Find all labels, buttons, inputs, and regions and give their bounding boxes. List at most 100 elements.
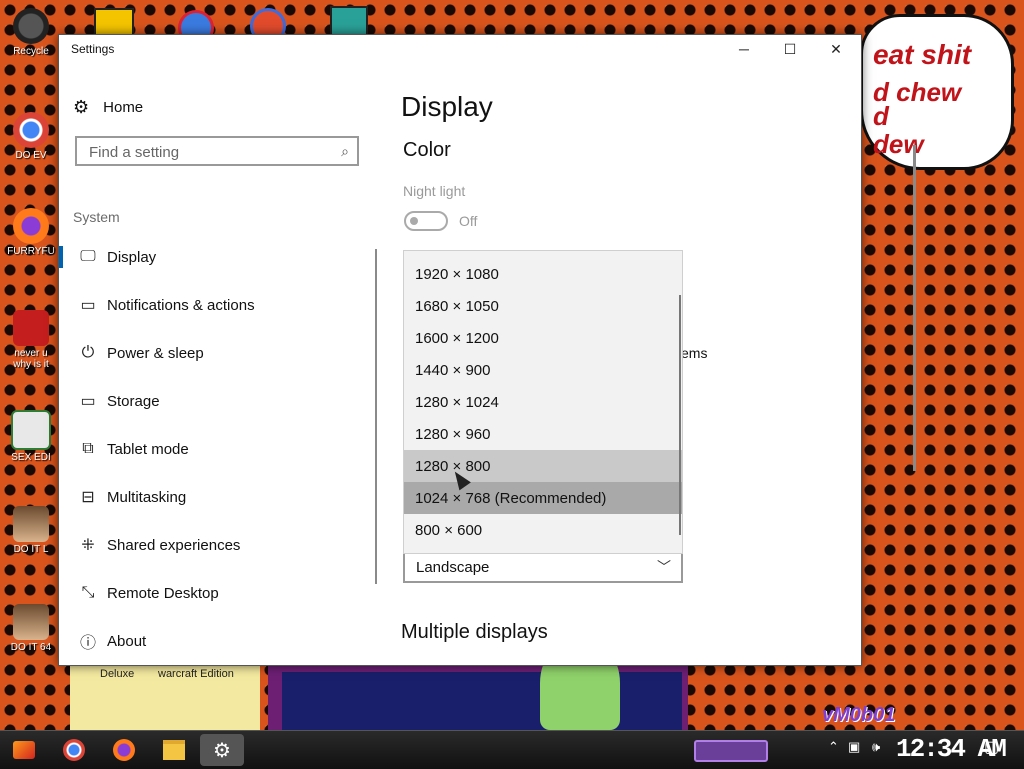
page-title: Display (401, 91, 493, 122)
power-icon: ⏻ (81, 344, 95, 361)
multiple-displays-heading: Multiple displays (401, 621, 548, 643)
nav-item-storage[interactable]: ▭ Storage (59, 380, 377, 422)
partial-text: ems (681, 345, 708, 361)
taskbar-chrome[interactable] (58, 734, 90, 766)
nav-item-shared[interactable]: ⁜ Shared experiences (59, 524, 377, 566)
maximize-button[interactable]: ☐ (767, 35, 813, 63)
desktop-icon-portrait-2[interactable]: DO IT 64 (6, 604, 56, 653)
title-bar[interactable]: Settings ─ ☐ ✕ (59, 35, 861, 63)
night-light-toggle[interactable] (404, 211, 448, 231)
file-explorer-icon (163, 740, 185, 760)
section-label-system: System (73, 209, 120, 225)
desktop-icon-portrait-1[interactable]: DO IT L (6, 506, 56, 555)
network-icon[interactable]: ▣ (848, 739, 860, 755)
storage-icon: ▭ (80, 393, 96, 410)
nav-item-about[interactable]: ⓘ About (59, 620, 377, 662)
resolution-option[interactable]: 1440 × 900 (404, 354, 682, 386)
content-scrollbar[interactable] (913, 145, 916, 471)
chrome-icon (13, 112, 49, 148)
night-light-state: Off (459, 213, 478, 229)
nav-item-tablet[interactable]: ⧉ Tablet mode (59, 428, 377, 470)
search-input[interactable] (87, 139, 331, 165)
chevron-down-icon: ﹀ (657, 559, 671, 575)
nav-item-display[interactable]: 🖵 Display (59, 236, 377, 278)
taskbar-firefox[interactable] (108, 734, 140, 766)
gear-icon: ⚙ (73, 97, 90, 117)
chevron-up-icon[interactable]: ⌃ (828, 739, 839, 755)
desktop-icon-label: DO IT 64 (10, 642, 52, 653)
desktop-icon-label: DO IT L (13, 544, 49, 555)
nav-item-label: About (107, 632, 147, 650)
nav-item-label: Tablet mode (107, 440, 189, 458)
orientation-value: Landscape (416, 558, 490, 576)
desktop-icon-recycle[interactable]: Recycle (6, 8, 56, 57)
wallpaper-art-bottom: Deluxe warcraft Edition (60, 636, 760, 730)
portrait-icon (13, 506, 49, 542)
close-button[interactable]: ✕ (813, 35, 859, 63)
desktop-icon-label: never u why is it (13, 348, 49, 370)
nav-item-label: Notifications & actions (107, 296, 255, 314)
desktop-icon-firefox[interactable]: FURRYFU (6, 208, 56, 257)
multitasking-icon: ⊟ (81, 489, 95, 506)
speech-text: d (873, 101, 889, 131)
desktop-icon-label: Recycle (13, 46, 49, 57)
resolution-option[interactable]: 1280 × 1024 (404, 386, 682, 418)
resolution-option[interactable]: 800 × 600 (404, 514, 682, 546)
notification-icon: ▭ (80, 297, 96, 314)
resolution-option[interactable]: 1600 × 1200 (404, 322, 682, 354)
nav-item-label: Multitasking (107, 488, 187, 506)
settings-gear-icon: ⚙ (213, 739, 231, 762)
resolution-option-hovered[interactable]: 1280 × 800 (404, 450, 682, 482)
resolution-option-selected[interactable]: 1024 × 768 (Recommended) (404, 482, 682, 514)
wallpaper-art-top (90, 0, 390, 46)
desktop-icon-devcpp[interactable]: never u why is it (6, 310, 56, 370)
info-icon: ⓘ (79, 635, 96, 652)
desktop-icon-hx[interactable]: SEX EDI (6, 410, 56, 463)
settings-nav: ⚙ Home ⌕ System 🖵 Display ▭ Notification… (59, 63, 377, 665)
nav-item-label: Remote Desktop (107, 584, 219, 602)
start-button[interactable] (8, 734, 40, 766)
resolution-option[interactable]: 1280 × 960 (404, 418, 682, 450)
color-heading: Color (403, 139, 451, 161)
home-link[interactable]: ⚙ Home (73, 97, 143, 118)
night-light-label: Night light (403, 183, 466, 199)
nav-item-multitasking[interactable]: ⊟ Multitasking (59, 476, 377, 518)
window-title: Settings (71, 42, 115, 56)
desktop-icon-label: DO EV (15, 150, 47, 161)
resolution-option[interactable]: 1680 × 1050 (404, 290, 682, 322)
start-icon (13, 741, 35, 759)
orientation-dropdown[interactable]: Landscape ﹀ (403, 551, 683, 583)
taskbar-decoration (694, 740, 768, 762)
settings-window: Settings ─ ☐ ✕ ⚙ Home ⌕ System 🖵 Display… (58, 34, 916, 666)
speech-text: eat shit (873, 39, 972, 70)
nav-item-notifications[interactable]: ▭ Notifications & actions (59, 284, 377, 326)
search-box[interactable]: ⌕ (75, 136, 359, 166)
desktop-icon-label: FURRYFU (7, 246, 55, 257)
signature-text: vM0b01 (822, 704, 896, 726)
taskbar-settings[interactable]: ⚙ (200, 734, 244, 766)
dev-cpp-icon (13, 310, 49, 346)
firefox-icon (113, 739, 135, 761)
dropdown-scrollbar[interactable] (679, 295, 681, 535)
nav-item-label: Storage (107, 392, 160, 410)
nav-item-power[interactable]: ⏻ Power & sleep (59, 332, 377, 374)
desktop-icon-chrome[interactable]: DO EV (6, 112, 56, 161)
taskbar-file-explorer[interactable] (158, 734, 190, 766)
chrome-icon (63, 739, 85, 761)
firefox-icon (13, 208, 49, 244)
volume-icon[interactable]: 🕪 (872, 739, 880, 755)
desktop-label: warcraft Edition (158, 668, 234, 680)
home-label: Home (103, 99, 144, 116)
speech-bubble: eat shit d chew d dew (860, 14, 1014, 170)
toggle-knob (410, 217, 418, 225)
portrait-icon (13, 604, 49, 640)
recycle-bin-icon (13, 8, 49, 44)
notification-center-icon[interactable]: ▢ (984, 737, 999, 757)
minimize-button[interactable]: ─ (721, 35, 767, 63)
tablet-mode-icon: ⧉ (82, 440, 94, 457)
nav-item-remote[interactable]: ⤡ Remote Desktop (59, 572, 377, 614)
search-icon[interactable]: ⌕ (341, 143, 349, 160)
nav-scrollbar[interactable] (375, 249, 377, 584)
resolution-dropdown-list[interactable]: 1920 × 1080 1680 × 1050 1600 × 1200 1440… (403, 250, 683, 554)
resolution-option[interactable]: 1920 × 1080 (404, 258, 682, 290)
